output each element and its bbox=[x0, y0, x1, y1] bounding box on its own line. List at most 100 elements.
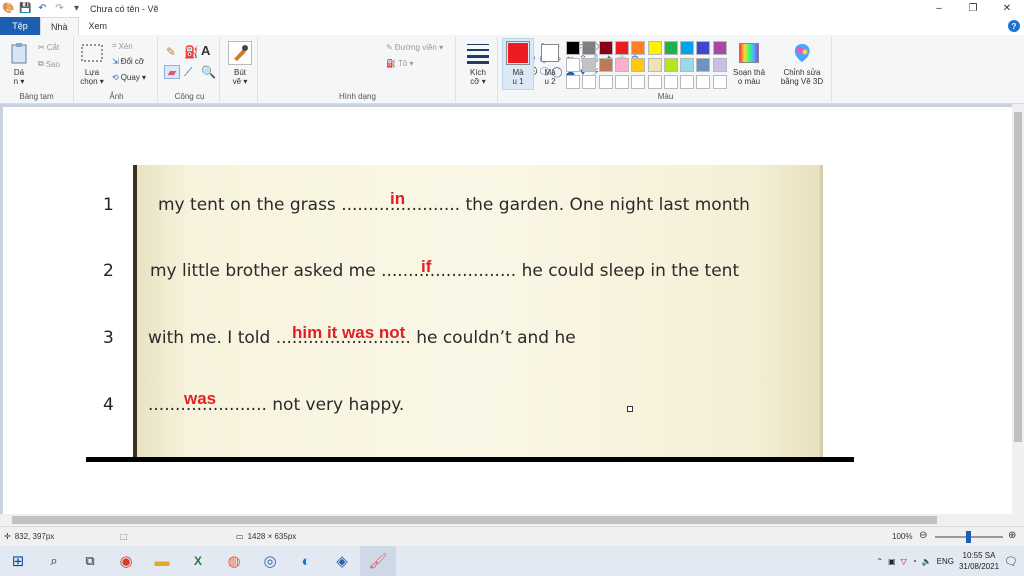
palette-color-swatch[interactable] bbox=[663, 58, 678, 72]
windows-start-icon[interactable]: ⊞ bbox=[0, 546, 36, 576]
palette-color-swatch[interactable] bbox=[663, 41, 678, 55]
save-icon[interactable]: 💾 bbox=[19, 3, 31, 14]
color1-button[interactable]: Mà u 1 bbox=[504, 41, 532, 86]
zoom-out-icon[interactable]: ⊖ bbox=[919, 530, 927, 541]
copy-label: Sao bbox=[45, 59, 60, 69]
row-number: 2 bbox=[103, 261, 114, 281]
text-icon[interactable]: A bbox=[201, 43, 210, 58]
remote-app-icon[interactable]: ◈ bbox=[324, 546, 360, 576]
chrome-icon[interactable]: ◉ bbox=[108, 546, 144, 576]
search-icon[interactable]: ⌕ bbox=[36, 546, 72, 576]
brush-icon bbox=[228, 41, 252, 65]
canvas-area: 1 my tent on the grass .................… bbox=[0, 104, 1012, 514]
horizontal-scroll-thumb[interactable] bbox=[12, 516, 937, 524]
paint3d-icon bbox=[790, 41, 814, 65]
restore-button[interactable]: ❐ bbox=[956, 0, 990, 17]
eraser-icon[interactable]: ▰ bbox=[164, 65, 180, 79]
brushes-button[interactable]: Bút vẽ ▾ bbox=[226, 41, 254, 86]
palette-color-swatch[interactable] bbox=[614, 75, 629, 89]
paste-button[interactable]: Dá n ▾ bbox=[6, 41, 32, 86]
notifications-icon[interactable]: 🗨 bbox=[1004, 555, 1018, 568]
size-label: Kích cỡ ▾ bbox=[469, 68, 486, 86]
close-button[interactable]: ✕ bbox=[990, 0, 1024, 17]
palette-color-swatch[interactable] bbox=[631, 41, 646, 55]
pencil-icon[interactable]: ✎ bbox=[166, 45, 176, 59]
rotate-button[interactable]: ⟲ Quay ▾ bbox=[112, 73, 146, 82]
minimize-button[interactable]: – bbox=[922, 0, 956, 17]
coccoc-browser-icon[interactable]: ◍ bbox=[216, 546, 252, 576]
drawing-canvas[interactable]: 1 my tent on the grass .................… bbox=[3, 107, 1012, 514]
size-button[interactable]: Kích cỡ ▾ bbox=[464, 41, 492, 86]
edge-icon[interactable]: ◐ bbox=[288, 546, 324, 576]
palette-color-swatch[interactable] bbox=[680, 75, 695, 89]
palette-color-swatch[interactable] bbox=[598, 58, 613, 72]
palette-color-swatch[interactable] bbox=[680, 58, 695, 72]
color-picker-icon[interactable]: ⟋ bbox=[184, 65, 192, 80]
horizontal-scrollbar[interactable] bbox=[0, 514, 1024, 526]
volume-icon[interactable]: 🔈 bbox=[922, 557, 932, 566]
palette-color-swatch[interactable] bbox=[647, 75, 662, 89]
palette-color-swatch[interactable] bbox=[566, 58, 580, 72]
palette-color-swatch[interactable] bbox=[582, 58, 597, 72]
cut-button[interactable]: ✂ Cắt bbox=[38, 43, 59, 52]
palette-color-swatch[interactable] bbox=[663, 75, 678, 89]
file-explorer-icon[interactable]: ▬ bbox=[144, 546, 180, 576]
tab-view[interactable]: Xem bbox=[79, 17, 118, 35]
vertical-scrollbar[interactable] bbox=[1012, 104, 1024, 514]
wifi-icon[interactable]: ◔ bbox=[912, 557, 917, 566]
fill-dropdown[interactable]: ⛽ Tô ▾ bbox=[386, 59, 414, 68]
palette-color-swatch[interactable] bbox=[566, 41, 580, 55]
outline-label: Đường viền ▾ bbox=[394, 43, 444, 52]
resize-button[interactable]: ⇲ Đổi cỡ bbox=[112, 57, 144, 66]
language-indicator[interactable]: ENG bbox=[937, 557, 954, 566]
magnifier-icon[interactable]: 🔍 bbox=[201, 65, 216, 79]
redo-icon[interactable]: ↷ bbox=[54, 3, 65, 14]
palette-color-swatch[interactable] bbox=[680, 41, 695, 55]
edit-colors-button[interactable]: Soạn thả o màu bbox=[730, 41, 768, 86]
zoom-slider-thumb[interactable] bbox=[966, 531, 971, 543]
select-button[interactable]: Lựa chọn ▾ bbox=[79, 41, 105, 86]
resize-handle[interactable] bbox=[627, 406, 633, 412]
tab-home[interactable]: Nhà bbox=[40, 17, 79, 35]
palette-color-swatch[interactable] bbox=[696, 58, 711, 72]
fill-icon[interactable]: ⛽ bbox=[184, 45, 199, 59]
palette-color-swatch[interactable] bbox=[712, 41, 727, 55]
network-icon[interactable]: ▣ bbox=[888, 557, 896, 566]
vertical-scroll-thumb[interactable] bbox=[1014, 112, 1022, 442]
answer-text: was bbox=[184, 389, 217, 408]
palette-color-swatch[interactable] bbox=[696, 75, 711, 89]
outline-dropdown[interactable]: ✎ Đường viền ▾ bbox=[386, 43, 443, 52]
palette-color-swatch[interactable] bbox=[598, 41, 613, 55]
undo-icon[interactable]: ↶ bbox=[37, 3, 48, 14]
antivirus-icon[interactable]: ▽ bbox=[901, 557, 907, 566]
palette-color-swatch[interactable] bbox=[614, 41, 629, 55]
tab-file[interactable]: Tệp bbox=[0, 17, 40, 35]
chevron-up-icon[interactable]: ⌃ bbox=[876, 557, 883, 566]
palette-color-swatch[interactable] bbox=[647, 41, 662, 55]
zoom-in-icon[interactable]: ⊕ bbox=[1008, 530, 1016, 541]
palette-color-swatch[interactable] bbox=[712, 75, 727, 89]
color2-button[interactable]: Mà u 2 bbox=[536, 41, 564, 86]
help-icon[interactable]: ? bbox=[1008, 20, 1020, 32]
paint3d-button[interactable]: Chỉnh sửa bằng Vẽ 3D bbox=[776, 41, 828, 86]
palette-color-swatch[interactable] bbox=[631, 58, 646, 72]
palette-color-swatch[interactable] bbox=[696, 41, 711, 55]
palette-color-swatch[interactable] bbox=[582, 41, 597, 55]
palette-color-swatch[interactable] bbox=[614, 58, 629, 72]
clock[interactable]: 10:55 SA 31/08/2021 bbox=[959, 550, 999, 572]
palette-color-swatch[interactable] bbox=[582, 75, 597, 89]
app-icon[interactable]: ◎ bbox=[252, 546, 288, 576]
palette-color-swatch[interactable] bbox=[712, 58, 727, 72]
excel-icon[interactable]: X bbox=[180, 546, 216, 576]
paint-app-icon: 🎨 bbox=[2, 3, 15, 14]
palette-color-swatch[interactable] bbox=[647, 58, 662, 72]
edit-colors-label: Soạn thả o màu bbox=[732, 68, 766, 86]
palette-color-swatch[interactable] bbox=[631, 75, 646, 89]
customize-toolbar-icon[interactable]: ▾ bbox=[71, 3, 82, 14]
palette-color-swatch[interactable] bbox=[566, 75, 580, 89]
task-view-icon[interactable]: ⧉ bbox=[72, 546, 108, 576]
crop-button[interactable]: ⌗ Xén bbox=[112, 41, 133, 51]
paint-taskbar-icon[interactable]: 🖌 bbox=[360, 546, 396, 576]
palette-color-swatch[interactable] bbox=[598, 75, 613, 89]
copy-button[interactable]: ⧉ Sao bbox=[38, 59, 60, 69]
